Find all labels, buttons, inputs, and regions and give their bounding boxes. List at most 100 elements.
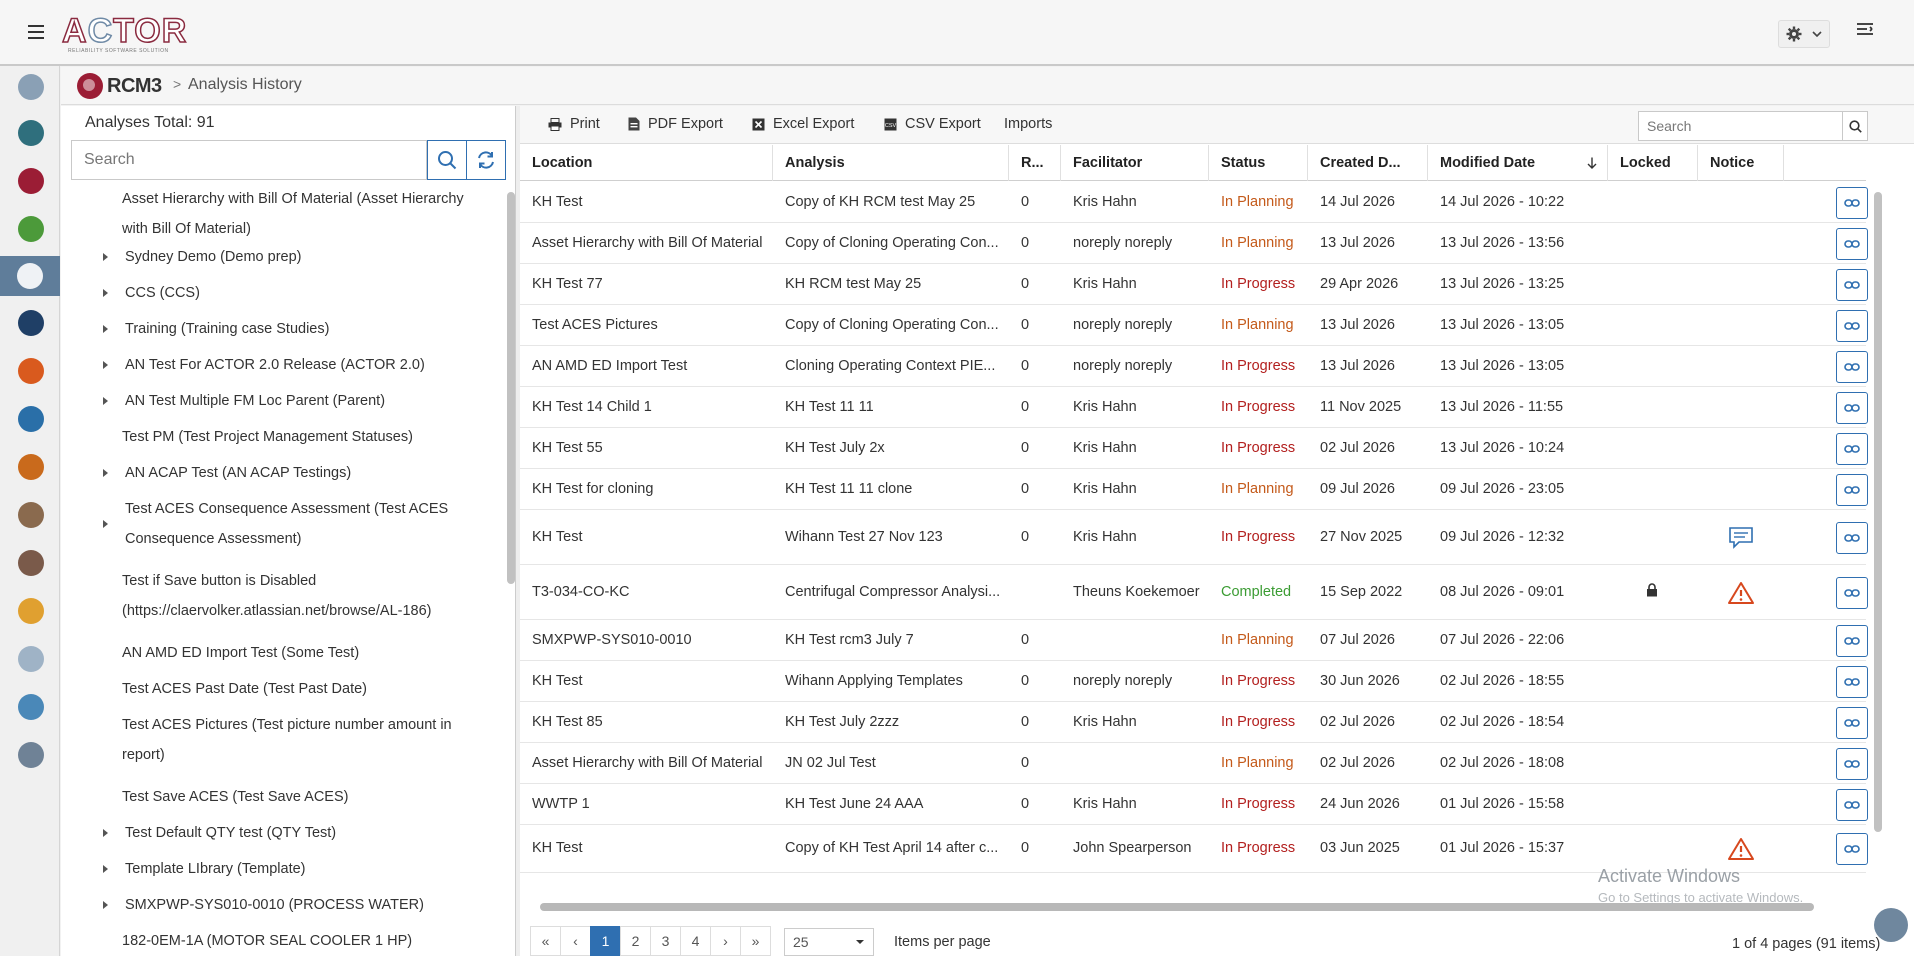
hamburger-menu-icon[interactable] <box>26 22 46 42</box>
expand-caret-icon[interactable] <box>103 289 108 297</box>
tree-item[interactable]: Test if Save button is Disabled (https://… <box>122 566 482 626</box>
csv-export-button[interactable]: CSV CSV Export <box>884 116 981 132</box>
table-row[interactable]: WWTP 1 KH Test June 24 AAA 0 Kris Hahn In Pr… <box>520 784 1868 825</box>
tree-item[interactable]: Test ACES Consequence Assessment (Test A… <box>103 494 485 554</box>
tree-item[interactable]: AN Test For ACTOR 2.0 Release (ACTOR 2.0… <box>103 350 485 380</box>
page-1-button[interactable]: 1 <box>590 926 621 956</box>
next-page-button[interactable]: › <box>710 926 741 956</box>
tree-item[interactable]: CCS (CCS) <box>103 278 485 308</box>
tree-item[interactable]: Test ACES Past Date (Test Past Date) <box>122 674 482 704</box>
open-analysis-link-button[interactable] <box>1836 577 1868 609</box>
expand-caret-icon[interactable] <box>103 253 108 261</box>
tree-search-input[interactable]: Search <box>71 140 427 180</box>
table-row[interactable]: KH Test 85 KH Test July 2zzz 0 Kris Hahn In … <box>520 702 1868 743</box>
expand-caret-icon[interactable] <box>103 520 108 528</box>
nav-module-6-icon[interactable] <box>18 310 44 336</box>
table-row[interactable]: KH Test 55 KH Test July 2x 0 Kris Hahn In Pr… <box>520 428 1868 469</box>
nav-rcm3-active-icon[interactable] <box>0 256 60 296</box>
column-header-analysis[interactable]: Analysis <box>773 145 1009 181</box>
tree-item[interactable]: Test Default QTY test (QTY Test) <box>103 818 485 848</box>
page-3-button[interactable]: 3 <box>650 926 681 956</box>
tree-item[interactable]: Test Save ACES (Test Save ACES) <box>122 782 482 812</box>
tree-item[interactable]: AN ACAP Test (AN ACAP Testings) <box>103 458 485 488</box>
last-page-button[interactable]: » <box>740 926 771 956</box>
open-analysis-link-button[interactable] <box>1836 789 1868 821</box>
grid-search-input[interactable]: Search <box>1638 111 1844 141</box>
nav-module-7-icon[interactable] <box>18 358 44 384</box>
actor-logo[interactable]: ACTOR RELIABILITY SOFTWARE SOLUTION <box>61 13 187 54</box>
table-row[interactable]: KH Test 14 Child 1 KH Test 11 11 0 Kris Hah… <box>520 387 1868 428</box>
table-row[interactable]: Asset Hierarchy with Bill Of Material JN … <box>520 743 1868 784</box>
nav-module-15-icon[interactable] <box>18 742 44 768</box>
tree-item[interactable]: Sydney Demo (Demo prep) <box>103 242 485 272</box>
open-analysis-link-button[interactable] <box>1836 666 1868 698</box>
expand-caret-icon[interactable] <box>103 901 108 909</box>
tree-item[interactable]: Test PM (Test Project Management Statuse… <box>122 422 482 452</box>
open-analysis-link-button[interactable] <box>1836 707 1868 739</box>
table-row[interactable]: T3-034-CO-KC Centrifugal Compressor Analy… <box>520 565 1868 620</box>
prev-page-button[interactable]: ‹ <box>560 926 591 956</box>
nav-module-14-icon[interactable] <box>18 694 44 720</box>
table-row[interactable]: Asset Hierarchy with Bill Of Material Cop… <box>520 223 1868 264</box>
excel-export-button[interactable]: Excel Export <box>752 116 854 132</box>
tree-item[interactable]: Asset Hierarchy with Bill Of Material (A… <box>122 184 482 244</box>
grid-vertical-scrollbar[interactable] <box>1874 192 1882 832</box>
table-row[interactable]: KH Test for cloning KH Test 11 11 clone 0 K… <box>520 469 1868 510</box>
expand-caret-icon[interactable] <box>103 469 108 477</box>
help-chat-icon[interactable] <box>1874 908 1908 942</box>
tree-item[interactable]: Training (Training case Studies) <box>103 314 485 344</box>
open-analysis-link-button[interactable] <box>1836 522 1868 554</box>
table-row[interactable]: KH Test Wihann Applying Templates 0 noreply… <box>520 661 1868 702</box>
column-header-notice[interactable]: Notice <box>1698 145 1784 181</box>
expand-caret-icon[interactable] <box>103 325 108 333</box>
open-analysis-link-button[interactable] <box>1836 474 1868 506</box>
warning-icon[interactable] <box>1727 581 1755 605</box>
imports-button[interactable]: Imports <box>1004 116 1052 132</box>
expand-caret-icon[interactable] <box>103 865 108 873</box>
nav-module-2-icon[interactable] <box>18 120 44 146</box>
tree-search-button[interactable] <box>427 140 467 180</box>
column-header-facilitator[interactable]: Facilitator <box>1061 145 1209 181</box>
expand-caret-icon[interactable] <box>103 829 108 837</box>
tree-item[interactable]: 182-0EM-1A (MOTOR SEAL COOLER 1 HP) <box>122 926 482 956</box>
open-analysis-link-button[interactable] <box>1836 351 1868 383</box>
page-4-button[interactable]: 4 <box>680 926 711 956</box>
table-row[interactable]: KH Test 77 KH RCM test May 25 0 Kris Hahn In… <box>520 264 1868 305</box>
comment-icon[interactable] <box>1728 526 1754 550</box>
nav-module-13-icon[interactable] <box>18 646 44 672</box>
open-analysis-link-button[interactable] <box>1836 269 1868 301</box>
column-header-location[interactable]: Location <box>520 145 773 181</box>
rcm3-logo[interactable]: RCM3 <box>77 73 162 99</box>
settings-dropdown-button[interactable] <box>1778 20 1830 48</box>
open-analysis-link-button[interactable] <box>1836 228 1868 260</box>
page-size-select[interactable]: 25 <box>784 928 874 956</box>
table-row[interactable]: KH Test Wihann Test 27 Nov 123 0 Kris Hahn I… <box>520 510 1868 565</box>
warning-icon[interactable] <box>1727 837 1755 861</box>
open-analysis-link-button[interactable] <box>1836 310 1868 342</box>
tree-item[interactable]: SMXPWP-SYS010-0010 (PROCESS WATER) <box>103 890 485 920</box>
open-analysis-link-button[interactable] <box>1836 433 1868 465</box>
table-row[interactable]: Test ACES Pictures Copy of Cloning Operat… <box>520 305 1868 346</box>
tree-item[interactable]: AN AMD ED Import Test (Some Test) <box>122 638 482 668</box>
expand-caret-icon[interactable] <box>103 361 108 369</box>
panel-toggle-icon[interactable] <box>1856 22 1880 46</box>
tree-item[interactable]: Test ACES Pictures (Test picture number … <box>122 710 482 770</box>
grid-search-button[interactable] <box>1842 111 1868 141</box>
table-row[interactable]: SMXPWP-SYS010-0010 KH Test rcm3 July 7 0 In… <box>520 620 1868 661</box>
open-analysis-link-button[interactable] <box>1836 187 1868 219</box>
nav-module-10-icon[interactable] <box>18 502 44 528</box>
tree-refresh-button[interactable] <box>466 140 506 180</box>
nav-module-8-icon[interactable] <box>18 406 44 432</box>
pdf-export-button[interactable]: PDF Export <box>628 116 723 132</box>
table-row[interactable]: AN AMD ED Import Test Cloning Operating C… <box>520 346 1868 387</box>
column-header-modified-date[interactable]: Modified Date <box>1428 145 1608 181</box>
print-button[interactable]: Print <box>548 116 600 132</box>
expand-caret-icon[interactable] <box>103 397 108 405</box>
nav-module-9-icon[interactable] <box>18 454 44 480</box>
nav-module-3-icon[interactable] <box>18 168 44 194</box>
open-analysis-link-button[interactable] <box>1836 625 1868 657</box>
nav-module-1-icon[interactable] <box>18 74 44 100</box>
tree-item[interactable]: AN Test Multiple FM Loc Parent (Parent) <box>103 386 485 416</box>
first-page-button[interactable]: « <box>530 926 561 956</box>
column-header-locked[interactable]: Locked <box>1608 145 1698 181</box>
